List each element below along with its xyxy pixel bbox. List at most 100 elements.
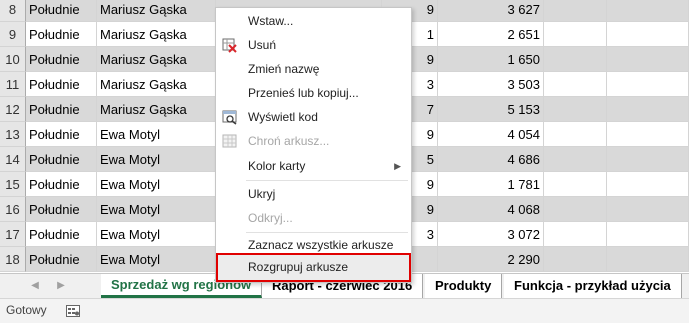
row-header[interactable]: 8: [0, 0, 26, 22]
menu-item-ukryj[interactable]: Ukryj: [216, 183, 411, 206]
scroll-left-icon[interactable]: ◀: [28, 279, 42, 293]
cell-empty[interactable]: [544, 97, 607, 122]
cell-empty[interactable]: [607, 147, 689, 172]
cell-empty[interactable]: [607, 97, 689, 122]
cell-region[interactable]: Południe: [26, 0, 97, 22]
row-header[interactable]: 11: [0, 72, 26, 97]
menu-item-label: Rozgrupuj arkusze: [248, 260, 349, 274]
menu-item-rozgrupuj[interactable]: Rozgrupuj arkusze: [216, 256, 411, 279]
row-header[interactable]: 14: [0, 147, 26, 172]
cell-salesperson[interactable]: Mariusz Gąska: [97, 72, 216, 97]
status-bar: Gotowy: [0, 298, 689, 323]
cell-sales-value[interactable]: 5 153: [438, 97, 544, 122]
sheet-tab-funkcja[interactable]: Funkcja - przykład użycia: [504, 274, 682, 298]
cell-empty[interactable]: [544, 0, 607, 22]
cell-salesperson[interactable]: Mariusz Gąska: [97, 0, 216, 22]
menu-item-label: Usuń: [248, 38, 277, 52]
cell-salesperson[interactable]: Mariusz Gąska: [97, 22, 216, 47]
menu-item-label: Kolor karty: [248, 159, 306, 173]
cell-sales-value[interactable]: 3 503: [438, 72, 544, 97]
cell-sales-value[interactable]: 1 650: [438, 47, 544, 72]
cell-empty[interactable]: [544, 247, 607, 272]
menu-item-label: Wstaw...: [248, 14, 294, 28]
row-header[interactable]: 12: [0, 97, 26, 122]
cell-region[interactable]: Południe: [26, 172, 97, 197]
cell-region[interactable]: Południe: [26, 97, 97, 122]
cell-region[interactable]: Południe: [26, 247, 97, 272]
cell-empty[interactable]: [607, 172, 689, 197]
cell-region[interactable]: Południe: [26, 222, 97, 247]
cell-salesperson[interactable]: Ewa Motyl: [97, 222, 216, 247]
cell-empty[interactable]: [607, 72, 689, 97]
menu-item-zmien-nazwe[interactable]: Zmień nazwę: [216, 58, 411, 81]
row-header[interactable]: 9: [0, 22, 26, 47]
row-header[interactable]: 17: [0, 222, 26, 247]
view-code-icon: [222, 110, 237, 125]
menu-separator: [246, 180, 408, 181]
menu-item-odkryj[interactable]: Odkryj...: [216, 207, 411, 230]
cell-empty[interactable]: [544, 147, 607, 172]
sheet-tab-produkty[interactable]: Produkty: [425, 274, 503, 298]
cell-empty[interactable]: [607, 197, 689, 222]
cell-salesperson[interactable]: Mariusz Gąska: [97, 47, 216, 72]
menu-separator: [246, 232, 408, 233]
cell-sales-value[interactable]: 3 072: [438, 222, 544, 247]
cell-salesperson[interactable]: Ewa Motyl: [97, 122, 216, 147]
row-header[interactable]: 13: [0, 122, 26, 147]
cell-empty[interactable]: [607, 22, 689, 47]
cell-region[interactable]: Południe: [26, 197, 97, 222]
cell-empty[interactable]: [544, 47, 607, 72]
cell-region[interactable]: Południe: [26, 147, 97, 172]
menu-item-label: Ukryj: [248, 187, 276, 201]
menu-item-label: Zaznacz wszystkie arkusze: [248, 238, 394, 252]
protect-sheet-icon: [222, 134, 237, 148]
menu-item-label: Odkryj...: [248, 211, 293, 225]
menu-item-label: Przenieś lub kopiuj...: [248, 86, 359, 100]
menu-item-wstaw[interactable]: Wstaw...: [216, 10, 411, 33]
cell-salesperson[interactable]: Ewa Motyl: [97, 172, 216, 197]
menu-item-label: Zmień nazwę: [248, 62, 320, 76]
cell-empty[interactable]: [607, 222, 689, 247]
status-text: Gotowy: [6, 303, 47, 317]
menu-item-label: Chroń arkusz...: [248, 134, 330, 148]
cell-sales-value[interactable]: 4 054: [438, 122, 544, 147]
cell-empty[interactable]: [607, 0, 689, 22]
cell-salesperson[interactable]: Ewa Motyl: [97, 247, 216, 272]
row-header[interactable]: 16: [0, 197, 26, 222]
menu-item-zaznacz-wszystkie[interactable]: Zaznacz wszystkie arkusze: [216, 234, 411, 257]
cell-empty[interactable]: [544, 172, 607, 197]
cell-region[interactable]: Południe: [26, 22, 97, 47]
cell-region[interactable]: Południe: [26, 47, 97, 72]
menu-item-przenies-kopiuj[interactable]: Przenieś lub kopiuj...: [216, 82, 411, 105]
macro-record-icon[interactable]: [66, 305, 80, 317]
cell-empty[interactable]: [607, 47, 689, 72]
cell-empty[interactable]: [544, 72, 607, 97]
menu-item-usun[interactable]: Usuń: [216, 34, 411, 57]
cell-empty[interactable]: [544, 197, 607, 222]
menu-item-wyswietl-kod[interactable]: Wyświetl kod: [216, 106, 411, 129]
cell-sales-value[interactable]: 4 068: [438, 197, 544, 222]
menu-item-chron-arkusz[interactable]: Chroń arkusz...: [216, 130, 411, 153]
menu-item-kolor-karty[interactable]: Kolor karty ▶: [216, 155, 411, 178]
cell-sales-value[interactable]: 2 290: [438, 247, 544, 272]
cell-region[interactable]: Południe: [26, 122, 97, 147]
delete-sheet-icon: [222, 38, 237, 53]
cell-sales-value[interactable]: 2 651: [438, 22, 544, 47]
row-header[interactable]: 10: [0, 47, 26, 72]
row-header[interactable]: 18: [0, 247, 26, 272]
cell-sales-value[interactable]: 3 627: [438, 0, 544, 22]
cell-sales-value[interactable]: 1 781: [438, 172, 544, 197]
scroll-right-icon[interactable]: ▶: [54, 279, 68, 293]
menu-item-label: Wyświetl kod: [248, 110, 318, 124]
cell-region[interactable]: Południe: [26, 72, 97, 97]
cell-salesperson[interactable]: Mariusz Gąska: [97, 97, 216, 122]
cell-empty[interactable]: [607, 247, 689, 272]
row-header[interactable]: 15: [0, 172, 26, 197]
cell-empty[interactable]: [544, 122, 607, 147]
cell-sales-value[interactable]: 4 686: [438, 147, 544, 172]
cell-salesperson[interactable]: Ewa Motyl: [97, 197, 216, 222]
cell-salesperson[interactable]: Ewa Motyl: [97, 147, 216, 172]
cell-empty[interactable]: [607, 122, 689, 147]
cell-empty[interactable]: [544, 22, 607, 47]
cell-empty[interactable]: [544, 222, 607, 247]
